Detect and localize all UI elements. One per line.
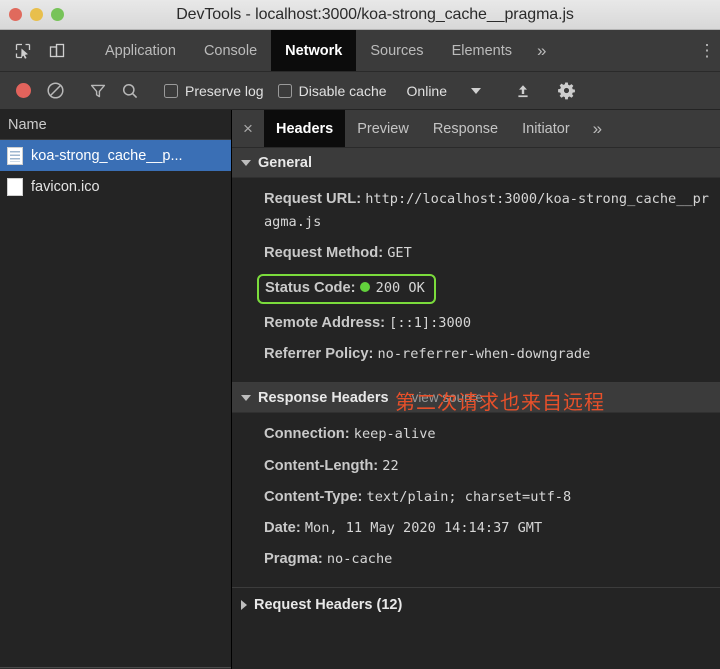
tab-application[interactable]: Application — [91, 30, 190, 71]
detail-tabs-overflow-icon[interactable]: » — [582, 110, 613, 147]
list-item[interactable]: koa-strong_cache__p... — [0, 140, 231, 171]
tabs-overflow-icon[interactable]: » — [526, 30, 557, 71]
header-key: Status Code: — [265, 279, 356, 296]
throttle-select[interactable]: Online — [395, 83, 451, 99]
tab-sources[interactable]: Sources — [356, 30, 437, 71]
preserve-log-label: Preserve log — [185, 82, 264, 99]
tab-preview[interactable]: Preview — [345, 110, 421, 147]
header-key: Date: — [264, 519, 301, 536]
inspect-element-icon[interactable] — [8, 36, 38, 66]
preserve-log-checkbox[interactable]: Preserve log — [158, 83, 270, 99]
chevron-down-icon — [241, 394, 251, 401]
header-value: keep-alive — [353, 426, 436, 443]
section-request-headers-title: Request Headers (12) — [254, 597, 403, 614]
status-code-highlight: Status Code: 200 OK — [257, 273, 436, 304]
minimize-button[interactable] — [30, 8, 43, 21]
header-key: Connection: — [264, 426, 350, 443]
header-key: Content-Type: — [264, 488, 363, 505]
disable-cache-checkbox[interactable]: Disable cache — [272, 83, 393, 99]
gear-icon[interactable] — [551, 77, 581, 105]
header-key: Referrer Policy: — [264, 346, 374, 363]
section-general-header[interactable]: General — [232, 148, 720, 178]
network-toolbar: Preserve log Disable cache Online — [0, 72, 720, 110]
record-button[interactable] — [8, 77, 38, 105]
general-rows: Request URL: http://localhost:3000/koa-s… — [232, 178, 720, 380]
tab-initiator[interactable]: Initiator — [510, 110, 582, 147]
request-list: koa-strong_cache__p... favicon.ico — [0, 140, 231, 667]
network-body: Name koa-strong_cache__p... favicon.ico … — [0, 110, 720, 669]
tab-headers[interactable]: Headers — [264, 110, 346, 147]
devtools-window: DevTools - localhost:3000/koa-strong_cac… — [0, 0, 720, 669]
header-value: no-cache — [326, 551, 393, 568]
list-item[interactable]: favicon.ico — [0, 171, 231, 202]
header-value: no-referrer-when-downgrade — [377, 346, 591, 363]
devtools-tabstrip: Application Console Network Sources Elem… — [0, 30, 720, 72]
header-row-connection: Connection: keep-alive — [232, 419, 720, 450]
header-value: 22 — [382, 457, 399, 474]
tab-network[interactable]: Network — [271, 30, 357, 71]
header-key: Content-Length: — [264, 457, 379, 474]
request-name: koa-strong_cache__p... — [31, 147, 183, 164]
chevron-right-icon — [241, 600, 247, 611]
header-row-referrer-policy: Referrer Policy: no-referrer-when-downgr… — [232, 339, 720, 370]
header-row-status-code: Status Code: 200 OK — [232, 270, 720, 308]
search-icon[interactable] — [115, 77, 145, 105]
headers-content: General Request URL: http://localhost:30… — [232, 148, 720, 669]
status-dot-green-icon — [359, 281, 370, 292]
header-row-content-type: Content-Type: text/plain; charset=utf-8 — [232, 482, 720, 513]
window-titlebar: DevTools - localhost:3000/koa-strong_cac… — [0, 0, 720, 30]
header-row-request-method: Request Method: GET — [232, 238, 720, 269]
preserve-log-box — [164, 83, 178, 98]
section-response-headers-title: Response Headers — [258, 389, 389, 406]
close-button[interactable] — [9, 8, 22, 21]
panel-tabs: Application Console Network Sources Elem… — [91, 30, 694, 71]
generic-file-icon — [7, 177, 23, 196]
section-request-headers-header[interactable]: Request Headers (12) — [232, 588, 720, 623]
close-icon[interactable]: × — [232, 110, 264, 147]
device-toolbar-icon[interactable] — [42, 36, 72, 66]
header-key: Request URL: — [264, 191, 362, 207]
detail-tabs: × Headers Preview Response Initiator » — [232, 110, 720, 148]
request-name: favicon.ico — [31, 178, 100, 195]
column-header-name[interactable]: Name — [0, 110, 231, 140]
header-row-date: Date: Mon, 11 May 2020 14:14:37 GMT — [232, 513, 720, 544]
js-file-icon — [7, 146, 23, 165]
response-header-rows: Connection: keep-alive Content-Length: 2… — [232, 413, 720, 585]
import-har-icon[interactable] — [508, 77, 538, 105]
zoom-button[interactable] — [51, 8, 64, 21]
status-badge: 200 OK — [375, 279, 425, 296]
header-row-remote-address: Remote Address: [::1]:3000 — [232, 308, 720, 339]
disable-cache-label: Disable cache — [298, 82, 387, 99]
requests-pane: Name koa-strong_cache__p... favicon.ico … — [0, 110, 232, 669]
chevron-down-icon — [241, 159, 251, 166]
section-general-title: General — [258, 154, 312, 171]
section-response-headers-header[interactable]: Response Headers view source — [232, 383, 720, 414]
header-row-pragma: Pragma: no-cache — [232, 544, 720, 575]
header-value: text/plain; charset=utf-8 — [366, 488, 572, 505]
chevron-down-icon[interactable] — [471, 87, 481, 94]
header-key: Pragma: — [264, 551, 323, 568]
header-key: Request Method: — [264, 245, 384, 262]
tab-console[interactable]: Console — [190, 30, 271, 71]
tabstrip-tools — [0, 30, 91, 71]
tab-elements[interactable]: Elements — [438, 30, 526, 71]
view-source-link[interactable]: view source — [412, 390, 483, 405]
header-row-content-length: Content-Length: 22 — [232, 451, 720, 482]
detail-pane: × Headers Preview Response Initiator » G… — [232, 110, 720, 669]
header-value: GET — [387, 245, 412, 262]
tab-response[interactable]: Response — [421, 110, 510, 147]
header-value: [::1]:3000 — [389, 314, 472, 331]
clear-icon[interactable] — [40, 77, 70, 105]
traffic-lights — [0, 8, 64, 21]
header-value: Mon, 11 May 2020 14:14:37 GMT — [304, 519, 543, 536]
filter-icon[interactable] — [83, 77, 113, 105]
window-title: DevTools - localhost:3000/koa-strong_cac… — [176, 5, 574, 23]
header-row-request-url: Request URL: http://localhost:3000/koa-s… — [232, 184, 720, 238]
disable-cache-box — [277, 83, 292, 98]
header-key: Remote Address: — [264, 314, 386, 331]
devtools-menu-icon[interactable]: ⋮ — [694, 30, 720, 71]
